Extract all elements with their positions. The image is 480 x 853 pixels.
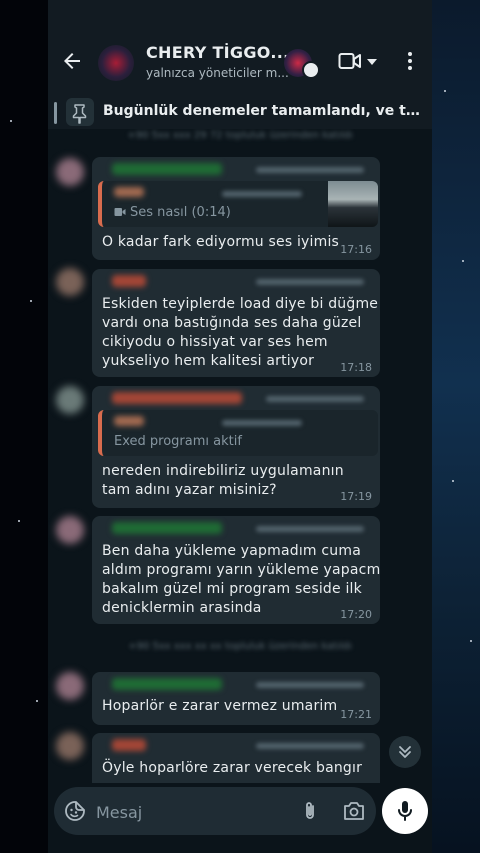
video-thumbnail[interactable] xyxy=(328,181,378,227)
message-text: O kadar fark ediyormu ses iyimis xyxy=(102,234,340,250)
chat-header: CHERY TİGGO... yalnızca yöneticiler m... xyxy=(48,37,432,85)
message-text: bakalım güzel mi program seside ilk xyxy=(102,581,362,597)
sender-avatar[interactable] xyxy=(56,672,84,700)
message-bubble[interactable]: Eskiden teyiplerde load diye bi düğme va… xyxy=(92,269,380,377)
scroll-to-bottom-button[interactable] xyxy=(389,736,421,768)
quote-text: Ses nasıl (0:14) xyxy=(130,205,231,220)
background-right xyxy=(432,0,480,853)
message-text: yukseliyo hem kalitesi artiyor xyxy=(102,353,315,369)
sender-name[interactable] xyxy=(112,739,146,751)
voice-message-button[interactable] xyxy=(382,788,428,834)
pinned-message-bar[interactable]: Bugünlük denemeler tamamlandı, ve tam ba… xyxy=(48,95,432,129)
chevron-down-icon[interactable] xyxy=(365,54,379,68)
sender-avatar[interactable] xyxy=(56,386,84,414)
microphone-icon xyxy=(398,801,412,821)
message-text: Öyle hoparlöre zarar verecek bangır xyxy=(102,760,363,776)
message-text: nereden indirebiliriz uygulamanın xyxy=(102,463,344,479)
message-bubble[interactable]: Ben daha yükleme yapmadım cuma aldım pro… xyxy=(92,516,380,624)
system-message: +90 5xx xxx 29 72 topluluk üzerinden kat… xyxy=(127,130,353,141)
sender-name[interactable] xyxy=(112,275,146,287)
sender-avatar[interactable] xyxy=(56,268,84,296)
pinned-message-text: Bugünlük denemeler tamamlandı, ve tam ba… xyxy=(103,103,425,119)
sender-name[interactable] xyxy=(112,163,222,175)
quote-phone xyxy=(222,191,302,197)
pin-indicator xyxy=(54,102,57,124)
paperclip-icon[interactable] xyxy=(299,800,321,822)
message-time: 17:16 xyxy=(340,243,372,256)
sender-phone xyxy=(256,167,364,173)
quote-text: Exed programı aktif xyxy=(114,434,242,449)
more-vert-icon[interactable] xyxy=(398,49,422,73)
message-composer xyxy=(48,783,432,853)
message-bubble[interactable]: Hoparlör e zarar vermez umarim 17:21 xyxy=(92,672,380,725)
quote-phone xyxy=(222,420,302,426)
pin-icon xyxy=(66,98,94,126)
sticker-icon[interactable] xyxy=(64,800,86,822)
message-text: vardı ona bastığında ses daha güzel xyxy=(102,315,362,331)
quote-sender xyxy=(114,416,144,426)
chat-subtitle[interactable]: yalnızca yöneticiler m... xyxy=(146,66,289,80)
double-chevron-down-icon xyxy=(399,746,411,758)
chat-title[interactable]: CHERY TİGGO... xyxy=(146,43,289,62)
message-input-pill[interactable] xyxy=(54,787,376,835)
sender-name[interactable] xyxy=(112,678,222,690)
quoted-message[interactable]: Exed programı aktif xyxy=(98,410,378,456)
message-text: Ben daha yükleme yapmadım cuma xyxy=(102,543,361,559)
message-text: tam adını yazar misiniz? xyxy=(102,482,277,498)
message-text: Eskiden teyiplerde load diye bi düğme xyxy=(102,296,379,312)
message-time: 17:18 xyxy=(340,361,372,374)
sender-phone xyxy=(256,682,364,688)
message-bubble[interactable]: Ses nasıl (0:14) O kadar fark ediyormu s… xyxy=(92,157,380,260)
message-text: aldım programı yarın yükleme yapacm xyxy=(102,562,381,578)
chat-screen: CHERY TİGGO... yalnızca yöneticiler m...… xyxy=(48,0,432,853)
camera-icon[interactable] xyxy=(342,800,366,822)
background-left xyxy=(0,0,48,853)
video-call-icon[interactable] xyxy=(338,50,362,72)
sender-name[interactable] xyxy=(112,522,222,534)
verified-badge xyxy=(302,61,320,79)
sender-phone xyxy=(256,526,364,532)
system-message: +90 5xx xxx xx xx topluluk üzerinden kat… xyxy=(128,641,352,652)
message-text: denicklermin arasinda xyxy=(102,600,262,616)
sender-avatar[interactable] xyxy=(56,158,84,186)
sender-phone xyxy=(256,743,364,749)
message-bubble[interactable]: Exed programı aktif nereden indirebiliri… xyxy=(92,386,380,508)
quoted-message[interactable]: Ses nasıl (0:14) xyxy=(98,181,378,227)
sender-phone xyxy=(266,396,364,402)
message-time: 17:21 xyxy=(340,708,372,721)
sender-name[interactable] xyxy=(112,392,242,404)
message-text: cikiyodu o hissiyat var ses hem xyxy=(102,334,328,350)
sender-phone xyxy=(256,279,364,285)
message-bubble[interactable]: Öyle hoparlöre zarar verecek bangır xyxy=(92,733,380,783)
video-icon xyxy=(114,208,126,216)
back-arrow-icon[interactable] xyxy=(60,49,84,73)
sender-avatar[interactable] xyxy=(56,516,84,544)
sender-avatar[interactable] xyxy=(56,732,84,760)
quote-sender xyxy=(114,187,144,197)
message-input[interactable] xyxy=(94,799,278,825)
group-avatar[interactable] xyxy=(98,45,134,81)
message-time: 17:19 xyxy=(340,490,372,503)
message-time: 17:20 xyxy=(340,608,372,621)
message-list[interactable]: +90 5xx xxx 29 72 topluluk üzerinden kat… xyxy=(48,129,432,783)
message-text: Hoparlör e zarar vermez umarim xyxy=(102,698,338,714)
